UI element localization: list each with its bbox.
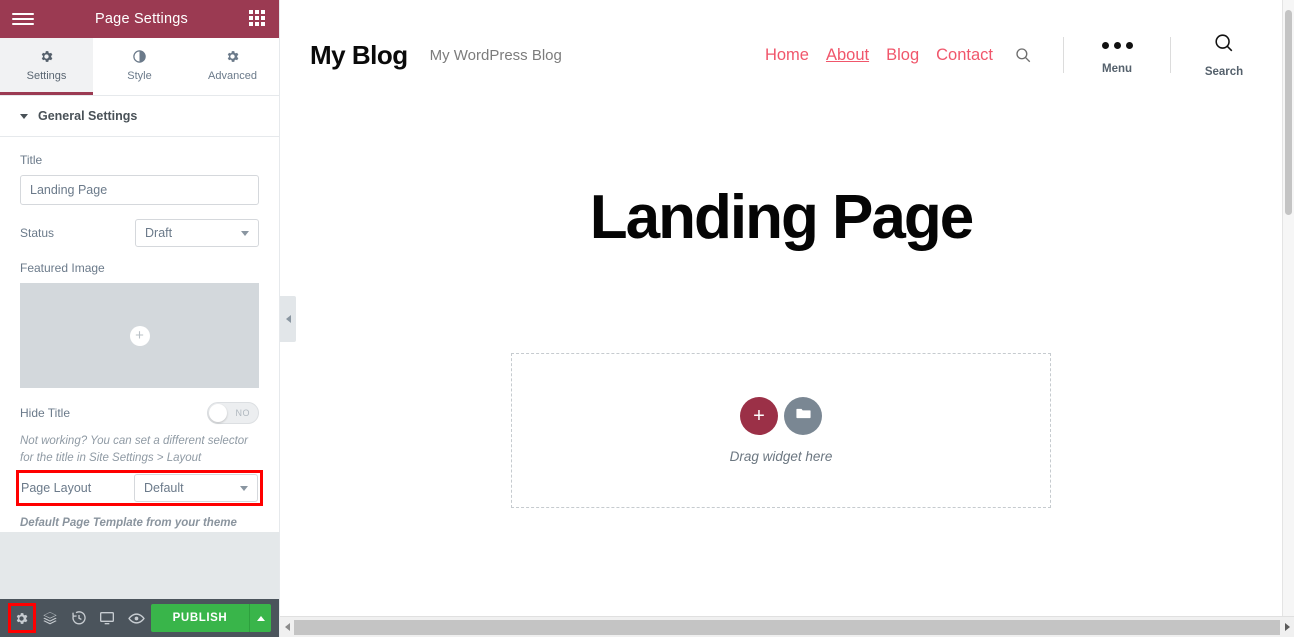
history-icon[interactable]: [64, 603, 93, 633]
gear-icon: [39, 49, 54, 65]
site-header: My Blog My WordPress Blog Home About Blo…: [280, 0, 1282, 110]
control-title: Title: [20, 153, 259, 205]
tab-settings[interactable]: Settings: [0, 38, 93, 95]
section-title: General Settings: [38, 109, 138, 123]
panel-body: General Settings Title Status Draft Feat…: [0, 96, 279, 599]
horizontal-scrollbar-thumb[interactable]: [294, 619, 1280, 635]
nav-item-blog[interactable]: Blog: [886, 46, 919, 65]
panel-title: Page Settings: [95, 11, 188, 27]
hide-title-toggle[interactable]: NO: [207, 402, 259, 424]
tab-advanced[interactable]: Advanced: [186, 38, 279, 95]
add-section-button[interactable]: +: [740, 397, 778, 435]
panel-footer-toolbar: PUBLISH: [0, 599, 279, 637]
plus-icon: +: [753, 405, 765, 427]
status-select[interactable]: Draft: [135, 219, 259, 247]
page-layout-value: Default: [144, 481, 184, 496]
preview-frame: My Blog My WordPress Blog Home About Blo…: [280, 0, 1282, 616]
scroll-right-arrow-icon[interactable]: [1280, 616, 1294, 637]
folder-icon: [795, 405, 812, 427]
hide-title-hint: Not working? You can set a different sel…: [20, 435, 249, 464]
publish-options-button[interactable]: [249, 604, 271, 632]
toggle-knob: [209, 404, 227, 422]
control-status: Status Draft: [20, 219, 259, 247]
responsive-mode-icon[interactable]: [93, 603, 122, 633]
site-tagline: My WordPress Blog: [429, 46, 562, 64]
header-divider: [1063, 37, 1064, 73]
featured-image-label: Featured Image: [20, 261, 105, 275]
contrast-icon: [132, 49, 147, 65]
chevron-down-icon: [241, 231, 249, 236]
vertical-scrollbar-thumb[interactable]: [1285, 10, 1292, 215]
control-hide-title: Hide Title NO: [20, 402, 259, 424]
featured-image-dropzone[interactable]: +: [20, 283, 259, 388]
page-layout-label: Page Layout: [21, 481, 92, 496]
dropzone-buttons: +: [740, 397, 822, 435]
chevron-left-icon: [285, 315, 291, 323]
section-general-settings[interactable]: General Settings: [0, 96, 279, 137]
nav-item-contact[interactable]: Contact: [936, 46, 993, 65]
control-featured-image: Featured Image +: [20, 261, 259, 388]
tab-advanced-label: Advanced: [208, 69, 257, 82]
widget-dropzone[interactable]: + Drag widget here: [511, 353, 1051, 508]
header-divider: [1170, 37, 1171, 73]
page-title: Landing Page: [589, 183, 974, 252]
page-layout-hint: Default Page Template from your theme: [20, 517, 237, 530]
apps-grid-icon[interactable]: [249, 10, 267, 28]
caret-down-icon: [20, 113, 28, 119]
panel-header: Page Settings: [0, 0, 279, 38]
tab-settings-label: Settings: [26, 69, 67, 82]
panel-empty-area: [0, 532, 279, 599]
add-template-button[interactable]: [784, 397, 822, 435]
tab-style[interactable]: Style: [93, 38, 186, 95]
caret-up-icon: [256, 615, 265, 621]
page-layout-select[interactable]: Default: [134, 474, 258, 503]
status-value: Draft: [145, 226, 173, 240]
horizontal-scrollbar-track[interactable]: [294, 617, 1280, 637]
title-label: Title: [20, 153, 43, 167]
menu-button-label: Menu: [1101, 62, 1133, 75]
panel-collapse-handle[interactable]: [280, 296, 296, 342]
hide-title-value: NO: [235, 408, 250, 418]
search-button-label: Search: [1204, 66, 1244, 78]
scroll-left-arrow-icon[interactable]: [280, 616, 294, 637]
hide-title-label: Hide Title: [20, 406, 71, 420]
status-label: Status: [20, 226, 55, 240]
search-icon[interactable]: [1014, 46, 1032, 64]
hamburger-menu-icon[interactable]: [12, 13, 34, 25]
control-page-layout: Page Layout Default: [21, 474, 258, 503]
ellipsis-icon: [1101, 36, 1133, 56]
tab-style-label: Style: [127, 69, 152, 82]
dropzone-label: Drag widget here: [729, 449, 833, 464]
menu-button[interactable]: Menu: [1095, 36, 1139, 75]
elementor-editor: Page Settings Settings Style Advanced Ge…: [0, 0, 1294, 637]
title-input[interactable]: [20, 175, 259, 205]
gear-icon: [225, 49, 240, 65]
plus-circle-icon[interactable]: +: [129, 325, 150, 346]
nav-item-about[interactable]: About: [826, 46, 869, 65]
preview-eye-icon[interactable]: [122, 603, 151, 633]
search-icon: [1213, 32, 1235, 59]
settings-controls: Title Status Draft Featured Image +: [0, 137, 279, 532]
site-brand[interactable]: My Blog: [310, 40, 408, 71]
horizontal-scrollbar[interactable]: [280, 616, 1294, 637]
search-button[interactable]: Search: [1202, 32, 1246, 78]
chevron-down-icon: [240, 486, 248, 492]
preview-canvas: My Blog My WordPress Blog Home About Blo…: [280, 0, 1294, 637]
page-layout-highlight: Page Layout Default: [16, 470, 263, 507]
site-nav: Home About Blog Contact Menu Search: [765, 32, 1246, 78]
settings-gear-icon[interactable]: [8, 603, 36, 633]
publish-button[interactable]: PUBLISH: [150, 604, 250, 632]
nav-item-home[interactable]: Home: [765, 46, 809, 65]
elementor-settings-panel: Page Settings Settings Style Advanced Ge…: [0, 0, 280, 637]
vertical-scrollbar[interactable]: [1282, 0, 1294, 616]
navigator-layers-icon[interactable]: [36, 603, 65, 633]
panel-tabs: Settings Style Advanced: [0, 38, 279, 96]
